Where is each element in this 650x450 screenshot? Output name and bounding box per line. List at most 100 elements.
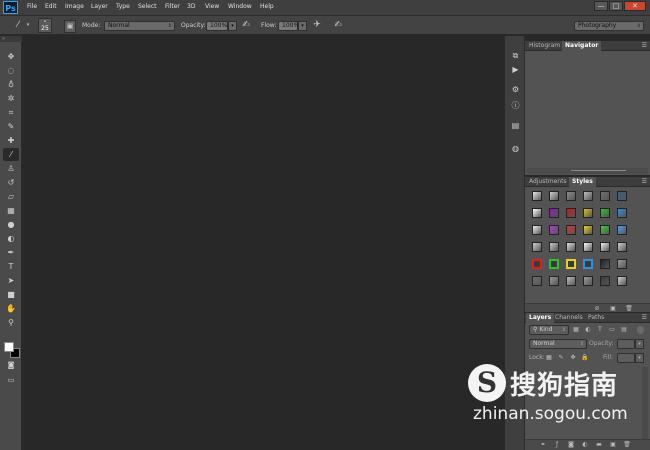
workspace-select[interactable]: Photography ⇕ [574, 21, 644, 31]
tab-styles[interactable]: Styles [569, 177, 596, 187]
pressure-opacity-icon[interactable]: ✍ [240, 20, 252, 31]
lock-position-icon[interactable]: ✥ [569, 353, 577, 362]
minimize-button[interactable]: — [594, 1, 608, 11]
blur-tool[interactable]: ● [3, 218, 19, 231]
style-swatch[interactable] [532, 191, 542, 201]
style-swatch[interactable] [549, 276, 559, 286]
quick-mask-icon[interactable]: ◙ [3, 359, 19, 372]
style-swatch[interactable] [583, 225, 593, 235]
tab-channels[interactable]: Channels [552, 313, 586, 323]
style-swatch[interactable] [532, 225, 542, 235]
filter-adjustment-icon[interactable]: ◐ [584, 325, 592, 334]
zoom-tool[interactable]: ⚲ [3, 316, 19, 329]
menu-3d[interactable]: 3D [187, 3, 195, 10]
layer-opacity-input[interactable] [617, 339, 635, 349]
pen-tool[interactable]: ✒ [3, 246, 19, 259]
style-swatch[interactable] [549, 225, 559, 235]
document-canvas-area[interactable] [23, 36, 504, 450]
style-swatch[interactable] [549, 208, 559, 218]
trash-icon[interactable]: 🗑 [625, 304, 633, 313]
style-swatch[interactable] [549, 259, 559, 269]
brush-size-picker[interactable]: • 25 [38, 18, 52, 33]
style-swatch[interactable] [600, 242, 610, 252]
quick-select-tool[interactable]: ✲ [3, 92, 19, 105]
lasso-tool[interactable]: ♁ [3, 78, 19, 91]
layer-style-icon[interactable]: ƒ [553, 440, 561, 449]
brush-panel-toggle-icon[interactable]: ▣ [64, 20, 76, 33]
layer-opacity-dropdown-icon[interactable]: ▾ [635, 339, 644, 349]
adjustment-layer-icon[interactable]: ◐ [581, 440, 589, 449]
path-select-tool[interactable]: ➤ [3, 274, 19, 287]
style-swatch[interactable] [549, 191, 559, 201]
panel-menu-icon[interactable]: ☰ [642, 314, 647, 321]
clear-style-icon[interactable]: ⊘ [593, 304, 601, 313]
maximize-button[interactable]: □ [609, 1, 623, 11]
tab-layers[interactable]: Layers [526, 313, 555, 323]
menu-view[interactable]: View [205, 3, 219, 10]
style-swatch[interactable] [600, 259, 610, 269]
tab-paths[interactable]: Paths [585, 313, 607, 323]
marquee-tool[interactable]: ◌ [3, 64, 19, 77]
add-mask-icon[interactable]: ◙ [567, 440, 575, 449]
brush-tool[interactable]: ⁄ [3, 148, 19, 161]
blend-mode-select[interactable]: Normal ⇕ [529, 339, 587, 349]
tab-adjustments[interactable]: Adjustments [526, 177, 570, 187]
filter-shape-icon[interactable]: ▭ [608, 325, 616, 334]
style-swatch[interactable] [600, 225, 610, 235]
tab-histogram[interactable]: Histogram [526, 41, 563, 51]
filter-kind-select[interactable]: ⚲ Kind ⇕ [529, 325, 569, 335]
style-swatch[interactable] [617, 225, 627, 235]
foreground-color-swatch[interactable] [4, 342, 14, 352]
filter-smart-object-icon[interactable]: ▤ [620, 325, 628, 334]
mode-select[interactable]: Normal ⇕ [104, 21, 175, 31]
dodge-tool[interactable]: ◐ [3, 232, 19, 245]
menu-edit[interactable]: Edit [45, 3, 57, 10]
filter-toggle[interactable] [637, 326, 644, 334]
style-swatch[interactable] [617, 191, 627, 201]
flow-dropdown-icon[interactable]: ▾ [298, 21, 307, 31]
style-swatch[interactable] [617, 276, 627, 286]
collapse-toolbox-icon[interactable]: » [0, 36, 22, 42]
clone-stamp-tool[interactable]: ♙ [3, 162, 19, 175]
style-swatch[interactable] [600, 191, 610, 201]
menu-file[interactable]: File [27, 3, 37, 10]
style-swatch[interactable] [583, 259, 593, 269]
style-swatch[interactable] [532, 276, 542, 286]
opacity-dropdown-icon[interactable]: ▾ [228, 21, 237, 31]
link-layers-icon[interactable]: ⚭ [539, 440, 547, 449]
menu-image[interactable]: Image [65, 3, 84, 10]
style-swatch[interactable] [566, 242, 576, 252]
layer-comps-icon[interactable]: ▤ [509, 120, 522, 132]
hand-tool[interactable]: ✋ [3, 302, 19, 315]
properties-panel-icon[interactable]: ⚙ [509, 84, 522, 96]
opacity-input[interactable]: 100% [206, 21, 228, 31]
filter-type-icon[interactable]: T [596, 325, 604, 334]
lock-all-icon[interactable]: 🔒 [581, 353, 589, 362]
style-swatch[interactable] [566, 225, 576, 235]
menu-layer[interactable]: Layer [91, 3, 108, 10]
trash-icon[interactable]: 🗑 [623, 440, 631, 449]
actions-panel-icon[interactable]: ▶ [509, 64, 522, 76]
new-layer-icon[interactable]: ▣ [609, 440, 617, 449]
style-swatch[interactable] [617, 208, 627, 218]
eraser-tool[interactable]: ▱ [3, 190, 19, 203]
panel-menu-icon[interactable]: ☰ [642, 178, 647, 185]
style-swatch[interactable] [583, 276, 593, 286]
brush-preset-icon[interactable]: ⁄ [12, 20, 24, 31]
flow-input[interactable]: 100% [278, 21, 299, 31]
chevron-down-icon[interactable]: ▾ [24, 20, 32, 31]
style-swatch[interactable] [549, 242, 559, 252]
tab-navigator[interactable]: Navigator [562, 41, 602, 51]
style-swatch[interactable] [617, 259, 627, 269]
airbrush-icon[interactable]: ✈ [310, 20, 324, 31]
lock-image-icon[interactable]: ✎ [557, 353, 565, 362]
menu-select[interactable]: Select [138, 3, 157, 10]
eyedropper-tool[interactable]: ✎ [3, 120, 19, 133]
style-swatch[interactable] [566, 276, 576, 286]
filter-pixel-icon[interactable]: ▦ [572, 325, 580, 334]
healing-brush-tool[interactable]: ✚ [3, 134, 19, 147]
new-style-icon[interactable]: ▣ [609, 304, 617, 313]
menu-help[interactable]: Help [260, 3, 274, 10]
style-swatch[interactable] [566, 208, 576, 218]
style-swatch[interactable] [532, 259, 542, 269]
